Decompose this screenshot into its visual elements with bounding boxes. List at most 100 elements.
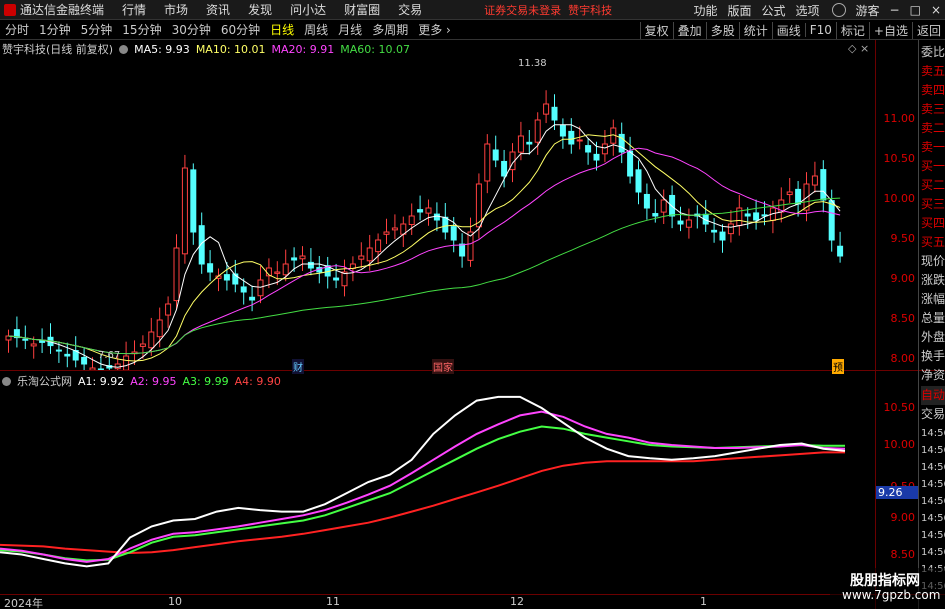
side-item: 卖三 — [921, 102, 945, 116]
menu-discover[interactable]: 发现 — [248, 1, 272, 18]
watermark-title: 股朋指标网 — [850, 573, 920, 589]
menu-news[interactable]: 资讯 — [206, 1, 230, 18]
candle-body — [660, 199, 667, 213]
menu-wealth-circle[interactable]: 财富圈 — [344, 1, 380, 18]
menu-ask-xiaoda[interactable]: 问小达 — [290, 1, 326, 18]
app-logo-icon — [4, 3, 16, 16]
candle-body — [299, 255, 306, 260]
candle-body — [433, 213, 440, 221]
candle-body — [719, 231, 726, 241]
tab-30min[interactable]: 30分钟 — [167, 21, 216, 38]
watermark: 股朋指标网 www.7gpzb.com — [830, 568, 945, 609]
tab-multi-period[interactable]: 多周期 — [367, 21, 413, 38]
axis-divider — [875, 40, 876, 609]
candle-body — [786, 191, 793, 196]
side-item: 现价 — [921, 254, 945, 268]
statistics-button[interactable]: 统计 — [738, 21, 772, 39]
candle-body — [585, 145, 592, 153]
menu-function[interactable]: 功能 — [693, 2, 717, 19]
menu-market-quotes[interactable]: 行情 — [122, 1, 146, 18]
candle-body — [139, 343, 146, 347]
user-icon[interactable] — [831, 3, 846, 17]
candle-body — [156, 319, 163, 338]
candle-body — [753, 212, 760, 221]
candle-body — [64, 353, 71, 357]
candle-body — [81, 356, 88, 365]
tab-daily[interactable]: 日线 — [265, 21, 299, 38]
login-status[interactable]: 证券交易未登录 赞宇科技 — [484, 2, 612, 18]
candle-body — [22, 338, 29, 341]
side-item: 买三 — [921, 197, 945, 211]
candle-body — [484, 143, 491, 182]
mark-button[interactable]: 标记 — [835, 21, 869, 39]
maximize-icon[interactable]: □ — [910, 3, 921, 17]
menu-trade[interactable]: 交易 — [398, 1, 422, 18]
overlay-button[interactable]: 叠加 — [672, 21, 706, 39]
side-item: 买四 — [921, 216, 945, 230]
guest-label[interactable]: 游客 — [856, 2, 880, 19]
side-item: 涨跌 — [921, 273, 945, 287]
tab-1min[interactable]: 1分钟 — [34, 21, 76, 38]
candle-body — [383, 231, 390, 235]
candle-body — [240, 286, 247, 293]
tab-15min[interactable]: 15分钟 — [117, 21, 166, 38]
menu-layout[interactable]: 版面 — [727, 2, 751, 19]
side-item: 外盘 — [921, 330, 945, 344]
multi-stock-button[interactable]: 多股 — [705, 21, 739, 39]
candle-body — [257, 279, 264, 297]
price-tick: 9.00 — [890, 272, 916, 285]
menu-options[interactable]: 选项 — [796, 2, 820, 19]
tab-5min[interactable]: 5分钟 — [76, 21, 118, 38]
candle-body — [417, 209, 424, 213]
auto-button[interactable]: 自动 — [921, 386, 945, 405]
candle-body — [391, 227, 398, 231]
quote-side-panel: 委比卖五卖四卖三卖二卖一买一买二买三买四买五现价涨跌涨幅总量外盘换手净资收益自动… — [918, 40, 945, 609]
candle-body — [375, 239, 382, 253]
ma60-line — [8, 197, 841, 355]
candle-body — [517, 135, 524, 153]
indicator-a2-line — [0, 410, 846, 563]
period-bar: 分时 1分钟 5分钟 15分钟 30分钟 60分钟 日线 周线 月线 多周期 更… — [0, 20, 945, 40]
adjust-button[interactable]: 复权 — [639, 21, 673, 39]
date-tick: 10 — [168, 595, 182, 608]
menu-market[interactable]: 市场 — [164, 1, 188, 18]
stock-name-title: 赞宇科技 — [568, 3, 613, 17]
price-tick: 10.50 — [883, 152, 916, 165]
menu-formula[interactable]: 公式 — [761, 2, 785, 19]
ma10-line — [8, 134, 841, 362]
candle-body — [274, 271, 281, 274]
candle-body — [307, 261, 314, 269]
back-button[interactable]: 返回 — [911, 21, 945, 39]
app-name: 通达信金融终端 — [20, 3, 105, 17]
candle-body — [811, 175, 818, 186]
candlestick-chart[interactable] — [0, 40, 875, 370]
close-icon[interactable]: × — [931, 3, 941, 17]
candle-body — [190, 169, 197, 233]
tab-intraday[interactable]: 分时 — [0, 21, 34, 38]
tab-60min[interactable]: 60分钟 — [216, 21, 265, 38]
f10-button[interactable]: F10 — [804, 23, 836, 37]
tab-more[interactable]: 更多 › — [413, 21, 456, 38]
candle-body — [207, 263, 214, 273]
indicator-chart[interactable] — [0, 371, 875, 594]
candle-body — [30, 343, 37, 347]
candle-body — [820, 169, 827, 201]
draw-line-button[interactable]: 画线 — [771, 21, 805, 39]
candle-body — [568, 130, 575, 145]
candle-body — [223, 274, 230, 281]
candle-body — [744, 213, 751, 217]
candle-body — [501, 160, 508, 177]
minimize-icon[interactable]: − — [890, 3, 900, 17]
candle-body — [366, 247, 373, 262]
candle-body — [249, 296, 256, 301]
candle-body — [526, 141, 533, 145]
candle-body — [459, 243, 466, 257]
trade-button[interactable]: 交易 — [921, 405, 945, 424]
candle-body — [148, 331, 155, 349]
title-bar: 通达信金融终端 行情 市场 资讯 发现 问小达 财富圈 交易 证券交易未登录 赞… — [0, 0, 945, 20]
tab-weekly[interactable]: 周线 — [299, 21, 333, 38]
add-watchlist-button[interactable]: +自选 — [868, 21, 912, 39]
candle-body — [551, 106, 558, 121]
tab-monthly[interactable]: 月线 — [333, 21, 367, 38]
candle-body — [795, 188, 802, 205]
